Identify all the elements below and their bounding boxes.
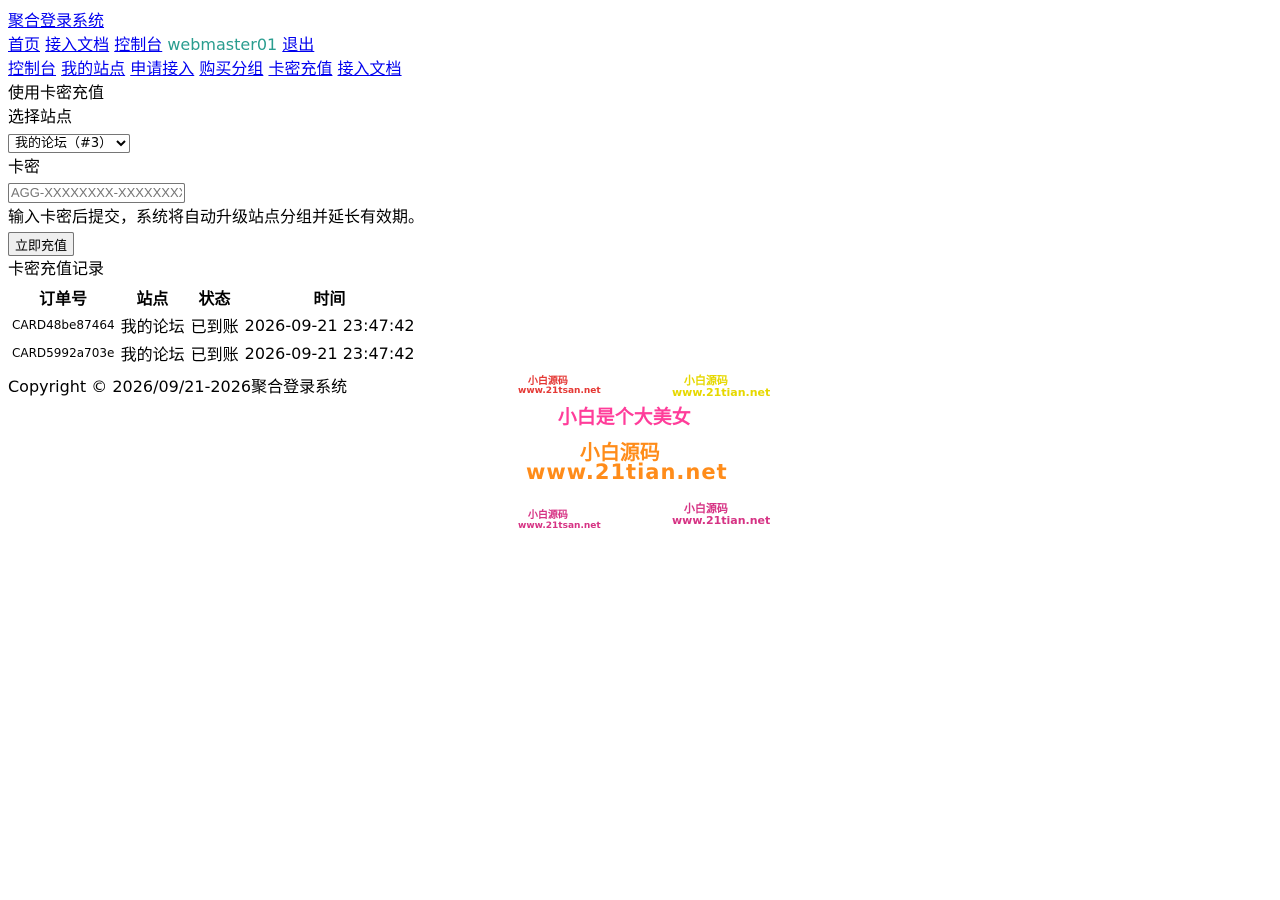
subnav-console-link[interactable]: 控制台: [8, 59, 56, 78]
nav-console-link[interactable]: 控制台: [114, 35, 162, 54]
watermark-top-right-url: www.21tian.net: [672, 386, 771, 399]
watermark-bottom-right-url: www.21tian.net: [672, 514, 771, 527]
top-nav: 首页 接入文档 控制台 webmaster01 退出: [8, 34, 908, 58]
card-label: 卡密: [8, 157, 41, 176]
site-title-row: 聚合登录系统: [8, 10, 908, 34]
site-select-row: 我的论坛（#3）: [8, 130, 908, 156]
site-select[interactable]: 我的论坛（#3）: [8, 134, 130, 153]
table-header-row: 订单号 站点 状态 时间: [10, 284, 417, 310]
subnav-card-recharge-link[interactable]: 卡密充值: [268, 59, 332, 78]
subnav-buy-group-link[interactable]: 购买分组: [199, 59, 263, 78]
submit-row: 立即充值: [8, 230, 908, 258]
status-cell: 已到账: [190, 345, 239, 364]
order-cell: CARD5992a703e: [12, 346, 115, 360]
recharge-hint: 输入卡密后提交，系统将自动升级站点分组并延长有效期。: [8, 207, 425, 226]
watermark-bottom-left-brand: 小白源码: [528, 510, 568, 521]
footer-copyright: Copyright © 2026/09/21-2026聚合登录系统: [8, 377, 348, 396]
nav-docs-link[interactable]: 接入文档: [45, 35, 109, 54]
time-cell: 2026-09-21 23:47:42: [244, 315, 415, 335]
recharge-heading: 使用卡密充值: [8, 83, 105, 102]
watermark-top-left-brand: 小白源码: [528, 376, 568, 387]
watermark-bottom-left-url: www.21tsan.net: [518, 521, 601, 531]
watermark-top-left-url: www.21tsan.net: [518, 386, 601, 396]
records-table: 订单号 站点 状态 时间 CARD48be87464 我的论坛 已到账 2026…: [8, 282, 419, 368]
status-cell: 已到账: [190, 317, 239, 336]
card-input-row: [8, 180, 908, 206]
recharge-submit-button[interactable]: 立即充值: [8, 232, 75, 256]
sub-nav: 控制台 我的站点 申请接入 购买分组 卡密充值 接入文档: [8, 58, 908, 82]
nav-home-link[interactable]: 首页: [8, 35, 40, 54]
site-cell: 我的论坛: [120, 345, 185, 364]
site-title-link[interactable]: 聚合登录系统: [8, 11, 104, 30]
username-label: webmaster01: [167, 35, 278, 54]
subnav-docs-link[interactable]: 接入文档: [338, 59, 402, 78]
table-row: CARD5992a703e 我的论坛 已到账 2026-09-21 23:47:…: [10, 340, 417, 366]
col-status-header: 状态: [198, 289, 231, 308]
order-cell: CARD48be87464: [12, 318, 115, 332]
site-cell: 我的论坛: [120, 317, 185, 336]
card-input[interactable]: [8, 182, 185, 203]
watermark-brand-url: www.21tian.net: [526, 460, 728, 484]
table-row: CARD48be87464 我的论坛 已到账 2026-09-21 23:47:…: [10, 312, 417, 338]
watermark-image: 小白源码 www.21tsan.net 小白源码 www.21tian.net …: [512, 368, 772, 538]
page-content: 聚合登录系统 首页 接入文档 控制台 webmaster01 退出 控制台 我的…: [8, 10, 908, 398]
site-select-label: 选择站点: [8, 107, 73, 126]
subnav-my-sites-link[interactable]: 我的站点: [61, 59, 125, 78]
subnav-apply-link[interactable]: 申请接入: [130, 59, 194, 78]
time-cell: 2026-09-21 23:47:42: [244, 343, 415, 363]
col-order-header: 订单号: [39, 289, 88, 308]
records-heading: 卡密充值记录: [8, 259, 105, 278]
nav-logout-link[interactable]: 退出: [282, 35, 314, 54]
col-time-header: 时间: [313, 289, 346, 308]
watermark-main-text: 小白是个大美女: [558, 406, 692, 428]
col-site-header: 站点: [136, 289, 169, 308]
